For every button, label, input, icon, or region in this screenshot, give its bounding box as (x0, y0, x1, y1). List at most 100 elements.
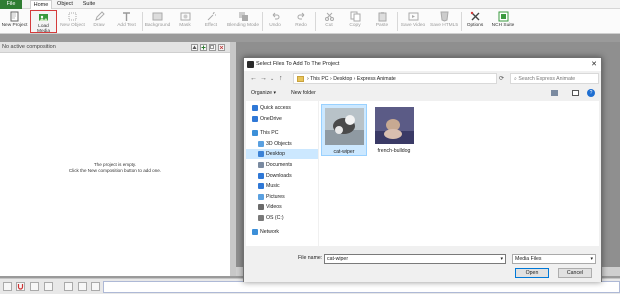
tab-home[interactable]: Home (30, 0, 52, 9)
nav-item-os-c[interactable]: OS (C:) (246, 213, 318, 223)
toolbar-separator (142, 12, 143, 31)
organize-button[interactable]: Organize ▾ (251, 87, 276, 99)
nav-item-network[interactable]: Network (246, 227, 318, 237)
undo-button[interactable]: Undo (264, 10, 286, 33)
options-button[interactable]: Options (463, 10, 487, 33)
view-options-icon[interactable] (551, 90, 558, 96)
cancel-button[interactable]: Cancel (558, 268, 592, 278)
timeline-tool-4[interactable] (44, 282, 53, 291)
nav-item-label: OneDrive (260, 115, 282, 122)
cut-button[interactable]: Cut (318, 10, 340, 33)
timeline-tool-3[interactable] (30, 282, 39, 291)
new-composition-button[interactable] (200, 44, 207, 51)
toolbar-separator (397, 12, 398, 31)
organize-label: Organize (251, 90, 273, 96)
up-icon[interactable]: ↑ (279, 74, 283, 84)
file-item-french-bulldog[interactable]: french-bulldog (371, 104, 417, 156)
nav-item-label: Downloads (266, 172, 292, 179)
refresh-icon[interactable]: ⟳ (499, 74, 504, 84)
toolbar-separator (461, 12, 462, 31)
timeline-tool-7[interactable] (91, 282, 100, 291)
save-video-icon (408, 12, 418, 21)
new-folder-button[interactable]: New folder (291, 87, 316, 99)
effect-button[interactable]: Effect (199, 10, 223, 33)
video-thumbnail-cat (324, 108, 364, 145)
nav-icon (252, 228, 258, 235)
nav-item-downloads[interactable]: Downloads (246, 171, 318, 181)
breadcrumb-sep: › (330, 76, 332, 82)
copy-button[interactable]: Copy (344, 10, 366, 33)
save-video-label: Save Video (400, 23, 426, 28)
nav-item-documents[interactable]: Documents (246, 160, 318, 170)
forward-icon[interactable]: → (260, 74, 267, 84)
magnet-icon (17, 284, 24, 290)
mask-button[interactable]: Mask (174, 10, 196, 33)
nav-item-3d-objects[interactable]: 3D Objects (246, 139, 318, 149)
redo-button[interactable]: Redo (290, 10, 312, 33)
nav-item-this-pc[interactable]: This PC (246, 128, 318, 138)
options-label: Options (466, 23, 484, 28)
open-button[interactable]: Open (515, 268, 549, 278)
nav-item-onedrive[interactable]: OneDrive (246, 114, 318, 124)
menu-file[interactable]: File (0, 0, 22, 9)
nav-item-videos[interactable]: Videos (246, 202, 318, 212)
nav-item-pictures[interactable]: Pictures (246, 192, 318, 202)
nav-item-desktop[interactable]: Desktop (246, 149, 318, 160)
chevron-down-icon[interactable]: ▾ (500, 255, 503, 263)
address-bar: ← → ⌄ ↑ › This PC › Desktop › Express An… (246, 73, 599, 85)
chevron-down-icon: ▾ (590, 256, 593, 262)
file-list: cat-wiper french-bulldog (319, 101, 599, 246)
background-button[interactable]: Background (144, 10, 171, 33)
timeline-track[interactable] (103, 281, 620, 293)
nch-suite-button[interactable]: NCH Suite (490, 10, 516, 33)
breadcrumb[interactable]: › This PC › Desktop › Express Animate (293, 73, 497, 84)
search-input[interactable]: ⌕ Search Express Animate (510, 73, 599, 84)
move-up-button[interactable] (191, 44, 198, 51)
nav-item-music[interactable]: Music (246, 181, 318, 191)
navigation-pane: Quick access OneDrive This PC 3D Objects Des… (246, 101, 318, 246)
undo-icon (272, 12, 279, 20)
nav-icon (258, 162, 264, 168)
video-thumbnail-bulldog (374, 107, 414, 144)
composition-header: No active composition (0, 42, 230, 53)
nav-item-label: 3D Objects (266, 140, 292, 147)
close-icon[interactable]: ✕ (591, 58, 597, 71)
tab-object[interactable]: Object (54, 0, 76, 9)
blending-mode-label: Blending Mode (226, 23, 259, 28)
draw-button[interactable]: Draw (88, 10, 110, 33)
blending-mode-button[interactable]: Blending Mode (226, 10, 260, 33)
scissors-icon (324, 12, 334, 21)
help-icon[interactable]: ? (587, 89, 595, 97)
recent-locations-icon[interactable]: ⌄ (270, 74, 274, 84)
new-project-button[interactable]: New Project (1, 10, 28, 33)
new-object-button[interactable]: New Object (59, 10, 86, 33)
save-html5-button[interactable]: Save HTML5 (429, 10, 459, 33)
duplicate-composition-button[interactable] (209, 44, 216, 51)
composition-panel (0, 42, 230, 276)
ribbon-toolbar: New Project Load Media New Object Draw A… (0, 9, 620, 34)
file-name-input[interactable]: cat-wiper ▾ (324, 254, 506, 264)
timeline-tool-1[interactable] (3, 282, 12, 291)
file-type-select[interactable]: Media Files ▾ (512, 254, 596, 264)
file-item-cat-wiper[interactable]: cat-wiper (321, 104, 367, 156)
breadcrumb-desktop[interactable]: Desktop (333, 76, 352, 82)
save-video-button[interactable]: Save Video (399, 10, 427, 33)
breadcrumb-sep: › (353, 76, 356, 82)
preview-pane-icon[interactable] (572, 90, 579, 96)
timeline-tool-6[interactable] (78, 282, 87, 291)
load-media-button[interactable]: Load Media (30, 10, 57, 34)
mask-label: Mask (179, 23, 191, 28)
tools-icon (470, 11, 479, 21)
command-bar: Organize ▾ New folder ? (246, 87, 599, 99)
breadcrumb-this-pc[interactable]: This PC (310, 76, 328, 82)
new-object-label: New Object (60, 23, 85, 28)
tab-suite[interactable]: Suite (78, 0, 100, 9)
paste-button[interactable]: Paste (370, 10, 394, 33)
back-icon[interactable]: ← (250, 74, 257, 84)
timeline-tool-5[interactable] (64, 282, 73, 291)
nav-item-quick-access[interactable]: Quick access (246, 103, 318, 113)
delete-composition-button[interactable] (218, 44, 225, 51)
magnet-button[interactable] (16, 282, 25, 291)
add-text-button[interactable]: Add Text (113, 10, 140, 33)
breadcrumb-express-animate[interactable]: Express Animate (357, 76, 396, 82)
